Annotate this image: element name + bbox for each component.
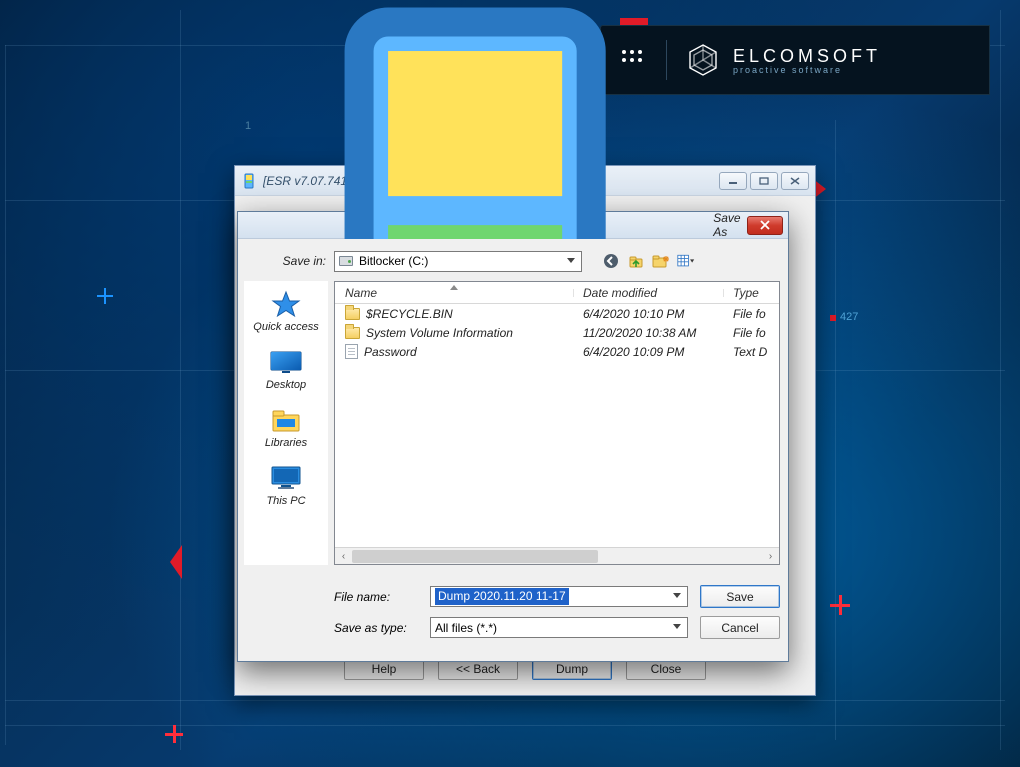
decor-blue-cross-icon — [97, 288, 113, 304]
file-row[interactable]: Password 6/4/2020 10:09 PMText D — [335, 342, 779, 361]
close-button[interactable] — [781, 172, 809, 190]
file-name: Password — [364, 345, 417, 359]
folder-icon — [345, 308, 360, 320]
dialog-close-button[interactable] — [747, 216, 783, 235]
save-as-type-label: Save as type: — [334, 621, 418, 635]
brand-name: ELCOMSOFT — [733, 46, 881, 67]
save-button[interactable]: Save — [700, 585, 780, 608]
scroll-left-icon[interactable]: ‹ — [335, 548, 352, 565]
views-menu-button[interactable] — [677, 252, 695, 270]
file-type: File fo — [723, 307, 779, 321]
scrollbar-thumb[interactable] — [352, 550, 598, 563]
dialog-titlebar[interactable]: Save As — [238, 212, 788, 239]
file-row[interactable]: System Volume Information 11/20/2020 10:3… — [335, 323, 779, 342]
decor-tag: 427 — [830, 311, 858, 323]
dialog-save-as: Save As Save in: Bitlocker (C:) — [237, 211, 789, 662]
dialog-title: Save As — [713, 211, 740, 239]
save-in-value: Bitlocker (C:) — [359, 254, 428, 268]
place-libraries[interactable]: Libraries — [244, 401, 328, 455]
decor-red-triangle-icon — [170, 545, 182, 579]
chevron-down-icon — [567, 258, 575, 263]
file-row[interactable]: $RECYCLE.BIN 6/4/2020 10:10 PMFile fo — [335, 304, 779, 323]
column-type[interactable]: Type — [723, 286, 779, 300]
save-as-type-combobox[interactable]: All files (*.*) — [430, 617, 688, 638]
file-list[interactable]: Name Date modified Type $RECYCLE.BIN 6/4/… — [334, 281, 780, 565]
chevron-down-icon — [673, 593, 681, 598]
save-as-type-value: All files (*.*) — [435, 621, 497, 635]
column-name[interactable]: Name — [335, 286, 573, 300]
file-name: System Volume Information — [366, 326, 513, 340]
place-quick-access[interactable]: Quick access — [244, 285, 328, 339]
column-date-modified[interactable]: Date modified — [573, 286, 723, 300]
file-name-label: File name: — [334, 590, 418, 604]
file-date: 6/4/2020 10:10 PM — [573, 307, 723, 321]
maximize-button[interactable] — [750, 172, 778, 190]
scroll-right-icon[interactable]: › — [762, 548, 779, 565]
quick-access-icon — [268, 289, 304, 319]
desktop-icon — [268, 347, 304, 377]
nav-up-button[interactable] — [627, 252, 645, 270]
cancel-button[interactable]: Cancel — [700, 616, 780, 639]
file-name: $RECYCLE.BIN — [366, 307, 453, 321]
chevron-down-icon — [673, 624, 681, 629]
drive-icon — [339, 256, 353, 266]
this-pc-icon — [268, 463, 304, 493]
file-name-value: Dump 2020.11.20 11-17 — [435, 588, 569, 605]
brand-tagline: proactive software — [733, 65, 881, 75]
file-date: 6/4/2020 10:09 PM — [573, 345, 723, 359]
folder-icon — [345, 327, 360, 339]
places-bar: Quick access Desktop Libraries This PC — [244, 281, 328, 565]
place-this-pc[interactable]: This PC — [244, 459, 328, 513]
nav-back-button[interactable] — [602, 252, 620, 270]
file-type: File fo — [723, 326, 779, 340]
horizontal-scrollbar[interactable]: ‹ › — [335, 547, 779, 564]
file-list-header[interactable]: Name Date modified Type — [335, 282, 779, 304]
save-in-label: Save in: — [278, 254, 326, 268]
place-label: Quick access — [253, 321, 318, 333]
place-label: Desktop — [266, 379, 306, 391]
file-name-combobox[interactable]: Dump 2020.11.20 11-17 — [430, 586, 688, 607]
file-type: Text D — [723, 345, 779, 359]
decor-red-plus-icon — [165, 725, 183, 743]
file-date: 11/20/2020 10:38 AM — [573, 326, 723, 340]
place-label: Libraries — [265, 437, 307, 449]
place-desktop[interactable]: Desktop — [244, 343, 328, 397]
text-file-icon — [345, 344, 358, 359]
place-label: This PC — [266, 495, 305, 507]
save-in-combobox[interactable]: Bitlocker (C:) — [334, 251, 582, 272]
new-folder-button[interactable] — [652, 252, 670, 270]
minimize-button[interactable] — [719, 172, 747, 190]
decor-red-plus-icon — [830, 595, 850, 615]
libraries-icon — [268, 405, 304, 435]
